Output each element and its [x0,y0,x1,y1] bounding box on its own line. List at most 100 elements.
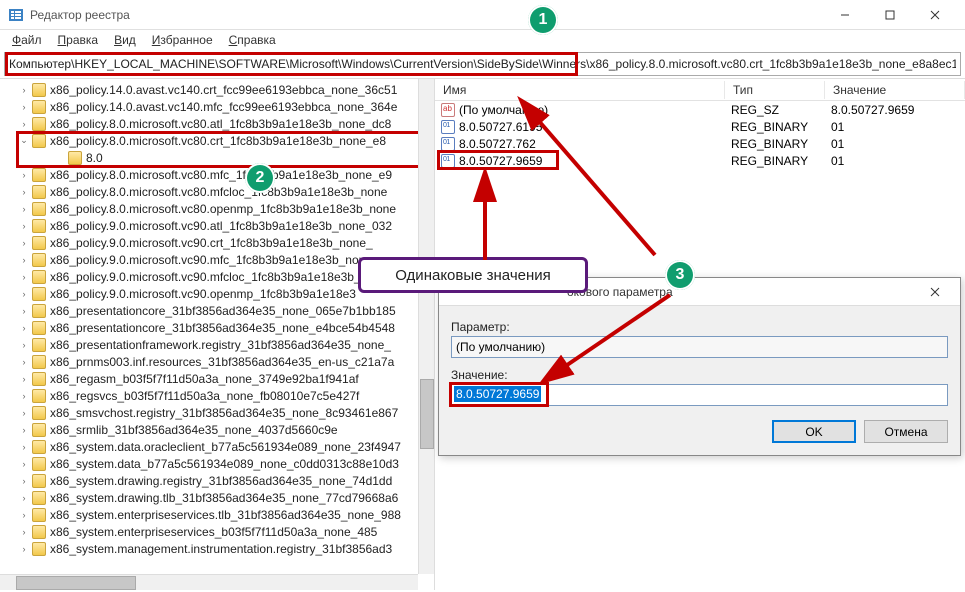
folder-icon [32,542,46,556]
value-selection: 8.0.50727.9659 [454,386,541,402]
folder-icon [32,372,46,386]
annotation-arrow-3 [540,290,680,385]
tree-item[interactable]: ›x86_policy.9.0.microsoft.vc90.atl_1fc8b… [0,217,434,234]
tree-item-label: x86_policy.8.0.microsoft.vc80.mfcloc_1fc… [50,185,387,199]
tree-item[interactable]: › x86_smsvchost.registry_31bf3856ad364e35… [0,404,434,421]
chevron-icon[interactable]: › [18,408,30,418]
minimize-button[interactable] [822,0,867,30]
tree-item[interactable]: ›x86_policy.14.0.avast.vc140.crt_fcc99ee… [0,81,434,98]
menu-view[interactable]: Вид [106,31,144,49]
chevron-icon[interactable]: › [18,391,30,401]
tree-item[interactable]: ›x86_policy.8.0.microsoft.vc80.atl_1fc8b… [0,115,434,132]
tree-v-scrollbar[interactable] [418,79,434,574]
chevron-icon[interactable]: ⌄ [18,135,30,146]
chevron-icon[interactable]: › [18,357,30,367]
tree-item[interactable]: ›x86_presentationframework.registry_31bf… [0,336,434,353]
menu-file[interactable]: Файл [4,31,50,49]
menu-edit[interactable]: Правка [50,31,107,49]
folder-icon [32,423,46,437]
annotation-arrow-2 [455,170,515,265]
tree-item-label: x86_policy.8.0.microsoft.vc80.crt_1fc8b3… [50,134,386,148]
tree-item[interactable]: › x86_policy.8.0.microsoft.vc80.mfcloc_1f… [0,183,434,200]
tree-item-label: x86_system.drawing.registry_31bf3856ad36… [50,474,392,488]
maximize-button[interactable] [867,0,912,30]
col-header-value[interactable]: Значение [825,81,965,99]
chevron-icon[interactable]: › [18,255,30,265]
binary-value-icon [441,137,455,151]
tree-item[interactable]: ›x86_system.enterpriseservices_b03f5f7f1… [0,523,434,540]
tree-item[interactable]: › x86_regsvcs_b03f5f7f11d50a3a_none_fb080… [0,387,434,404]
edit-string-dialog: окового параметра Параметр: Значение: 8.… [438,277,961,456]
chevron-icon[interactable]: › [18,289,30,299]
tree-item-label: x86_prnms003.inf.resources_31bf3856ad364… [50,355,394,369]
binary-value-icon [441,154,455,168]
menu-favorites[interactable]: Избранное [144,31,221,49]
chevron-icon[interactable]: › [18,187,30,197]
folder-icon [32,270,46,284]
chevron-icon[interactable]: › [18,374,30,384]
tree-item[interactable]: ›x86_policy.14.0.avast.vc140.mfc_fcc99ee… [0,98,434,115]
tree-item[interactable]: › x86_presentationcore_31bf3856ad364e35_n… [0,319,434,336]
tree-item[interactable]: › x86_presentationcore_31bf3856ad364e35_n… [0,302,434,319]
tree-item-label: x86_presentationcore_31bf3856ad364e35_no… [50,304,396,318]
tree-item-label: x86_presentationcore_31bf3856ad364e35_no… [50,321,395,335]
tree-item-label: x86_regsvcs_b03f5f7f11d50a3a_none_fb0801… [50,389,359,403]
chevron-icon[interactable]: › [18,306,30,316]
tree-item-label: x86_policy.9.0.microsoft.vc90.crt_1fc8b3… [50,236,373,250]
folder-icon [32,185,46,199]
tree-item[interactable]: › x86_system.data.oracleclient_b77a5c5619… [0,438,434,455]
chevron-icon[interactable]: › [18,459,30,469]
address-bar[interactable]: Компьютер\HKEY_LOCAL_MACHINE\SOFTWARE\Mi… [4,52,961,76]
tree-item[interactable]: › x86_policy.8.0.microsoft.vc80.mfc_1fc8b… [0,166,434,183]
folder-icon [32,321,46,335]
folder-icon [32,253,46,267]
tree-item-label: x86_system.data.oracleclient_b77a5c56193… [50,440,401,454]
chevron-icon[interactable]: › [18,272,30,282]
chevron-icon[interactable]: › [18,204,30,214]
tree-item[interactable]: › x86_system.enterpriseservices.tlb_31bf3… [0,506,434,523]
tree-item[interactable]: ›x86_regasm_b03f5f7f11d50a3a_none_3749e9… [0,370,434,387]
tree-item[interactable]: ›x86_policy.8.0.microsoft.vc80.openmp_1f… [0,200,434,217]
chevron-icon[interactable]: › [18,425,30,435]
chevron-icon[interactable]: › [18,238,30,248]
tree-item-label: x86_system.enterpriseservices.tlb_31bf38… [50,508,401,522]
chevron-icon[interactable]: › [18,221,30,231]
tree-h-scrollbar[interactable] [0,574,418,590]
tree-item[interactable]: › x86_policy.9.0.microsoft.vc90.crt_1fc8b… [0,234,434,251]
folder-icon [32,491,46,505]
folder-icon [32,202,46,216]
tree-item[interactable]: ⌄ x86_policy.8.0.microsoft.vc80.crt_1fc8b… [0,132,434,149]
ok-button[interactable]: OK [772,420,856,443]
chevron-icon[interactable]: › [18,340,30,350]
tree-item[interactable]: 8.0 [0,149,434,166]
tree-item[interactable]: › x86_system.data_b77a5c561934e089_none_c… [0,455,434,472]
tree-item-label: x86_policy.8.0.microsoft.vc80.mfc_1fc8b3… [50,168,392,182]
close-button[interactable] [912,0,957,30]
tree-item[interactable]: ›x86_system.management.instrumentation.r… [0,540,434,557]
tree-item[interactable]: › x86_system.drawing.registry_31bf3856ad3… [0,472,434,489]
chevron-icon[interactable]: › [18,510,30,520]
chevron-icon[interactable]: › [18,493,30,503]
dialog-close-button[interactable] [918,281,952,303]
chevron-icon[interactable]: › [18,323,30,333]
chevron-icon[interactable]: › [18,102,30,112]
cancel-button[interactable]: Отмена [864,420,948,443]
chevron-icon[interactable]: › [18,476,30,486]
value-type: REG_BINARY [725,154,825,168]
param-field[interactable] [451,336,948,358]
chevron-icon[interactable]: › [18,119,30,129]
tree-item-label: x86_smsvchost.registry_31bf3856ad364e35_… [50,406,398,420]
chevron-icon[interactable]: › [18,544,30,554]
tree-item[interactable]: ›x86_system.drawing.tlb_31bf3856ad364e35… [0,489,434,506]
value-data: 01 [825,137,965,151]
chevron-icon[interactable]: › [18,442,30,452]
col-header-type[interactable]: Тип [725,81,825,99]
chevron-icon[interactable]: › [18,527,30,537]
folder-icon [32,134,46,148]
tree-item[interactable]: › x86_prnms003.inf.resources_31bf3856ad36… [0,353,434,370]
chevron-icon[interactable]: › [18,85,30,95]
menu-help[interactable]: Справка [221,31,284,49]
tree-item-label: x86_system.data_b77a5c561934e089_none_c0… [50,457,399,471]
chevron-icon[interactable]: › [18,170,30,180]
tree-item[interactable]: ›x86_srmlib_31bf3856ad364e35_none_4037d5… [0,421,434,438]
